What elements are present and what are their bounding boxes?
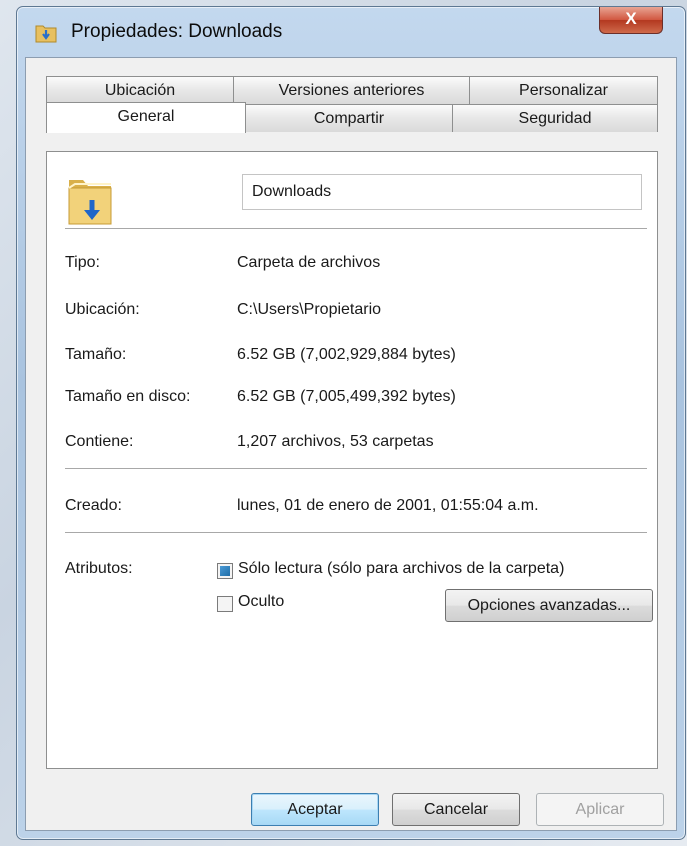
folder-download-icon (68, 180, 112, 225)
tab-general[interactable]: General (46, 102, 246, 133)
opciones-avanzadas-button[interactable]: Opciones avanzadas... (445, 589, 653, 622)
tab-ubicacion[interactable]: Ubicación (46, 76, 234, 104)
oculto-checkbox[interactable] (217, 596, 233, 612)
title-bar[interactable]: Propiedades: Downloads X (17, 7, 685, 57)
ubicacion-label: Ubicación: (65, 301, 140, 318)
window-title: Propiedades: Downloads (71, 21, 283, 42)
properties-window: Propiedades: Downloads X Ubicación Versi… (16, 6, 686, 840)
tamano-label: Tamaño: (65, 346, 127, 363)
separator (65, 228, 647, 229)
separator (65, 468, 647, 469)
creado-value: lunes, 01 de enero de 2001, 01:55:04 a.m… (237, 497, 539, 514)
creado-label: Creado: (65, 497, 122, 514)
tipo-label: Tipo: (65, 254, 100, 271)
tab-versiones-anteriores[interactable]: Versiones anteriores (233, 76, 470, 104)
aceptar-button[interactable]: Aceptar (251, 793, 379, 826)
tab-personalizar[interactable]: Personalizar (469, 76, 658, 104)
tab-compartir[interactable]: Compartir (245, 104, 453, 132)
ubicacion-value: C:\Users\Propietario (237, 301, 382, 318)
separator (65, 532, 647, 533)
tamano-value: 6.52 GB (7,002,929,884 bytes) (237, 346, 456, 363)
contiene-value: 1,207 archivos, 53 carpetas (237, 433, 434, 450)
tab-seguridad[interactable]: Seguridad (452, 104, 658, 132)
solo-lectura-checkbox[interactable] (217, 563, 233, 579)
aplicar-button: Aplicar (536, 793, 664, 826)
atributos-label: Atributos: (65, 560, 133, 577)
folder-name-input[interactable] (242, 174, 642, 210)
close-button[interactable]: X (599, 7, 663, 34)
tipo-value: Carpeta de archivos (237, 254, 381, 271)
oculto-label[interactable]: Oculto (238, 593, 284, 611)
solo-lectura-label[interactable]: Sólo lectura (sólo para archivos de la c… (238, 560, 564, 578)
contiene-label: Contiene: (65, 433, 134, 450)
tamano-disco-value: 6.52 GB (7,005,499,392 bytes) (237, 388, 456, 405)
dialog-client-area: Ubicación Versiones anteriores Personali… (25, 57, 677, 831)
cancelar-button[interactable]: Cancelar (392, 793, 520, 826)
tamano-disco-label: Tamaño en disco: (65, 388, 191, 405)
general-tab-panel: Tipo: Carpeta de archivos Ubicación: C:\… (46, 151, 658, 769)
folder-download-icon (35, 25, 57, 43)
